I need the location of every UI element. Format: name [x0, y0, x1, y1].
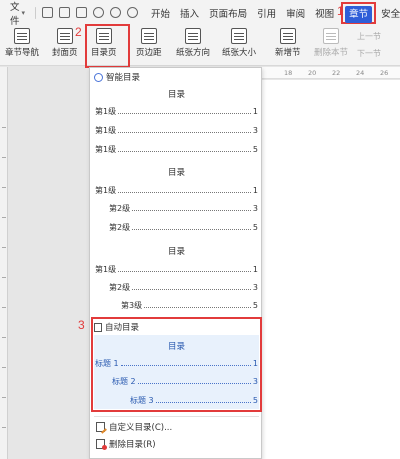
tab-view[interactable]: 视图	[310, 6, 335, 20]
toc-row: 标题 23	[112, 377, 258, 386]
tab-page-layout[interactable]: 页面布局	[204, 6, 252, 20]
smart-toc-icon	[94, 72, 103, 82]
smart-toc-header: 智能目录	[94, 71, 140, 83]
paper-size-button[interactable]: 纸张大小	[222, 28, 256, 58]
toc-row: 第3级 5	[121, 301, 258, 310]
tab-security[interactable]: 安全	[376, 6, 400, 20]
toc-row: 第2级 3	[109, 283, 258, 292]
new-section-label: 新增节	[275, 48, 301, 58]
margins-label: 页边距	[136, 48, 162, 58]
toc-row: 第2级 3	[109, 204, 258, 213]
chapter-nav-button[interactable]: 章节导航	[5, 28, 39, 58]
prev-section-button[interactable]: 上一节	[357, 31, 381, 42]
cover-page-label: 封面页	[52, 48, 78, 58]
paper-size-icon	[231, 28, 247, 44]
ruler-tick-label: 18	[284, 69, 293, 77]
print-icon[interactable]	[76, 7, 88, 18]
auto-toc-label: 自动目录	[105, 323, 140, 333]
toc-dropdown: 智能目录 目录 第1级 1 第1级 3 第1级 5 目录 第1级 1 第2级 3 第2级 5…	[89, 67, 262, 459]
delete-section-icon	[323, 28, 339, 44]
undo-icon[interactable]	[110, 7, 122, 18]
annotation-3: 3	[78, 318, 85, 332]
toc-row: 第2级 5	[109, 223, 258, 232]
delete-document-icon	[96, 439, 107, 450]
ruler-tick-label: 26	[380, 69, 389, 77]
horizontal-ruler: 18 20 22 24 26	[262, 67, 400, 79]
edit-document-icon	[96, 422, 105, 432]
toc-row: 第1级 1	[95, 107, 258, 116]
toc-row: 第1级 3	[95, 126, 258, 135]
toc-page-highlight	[85, 24, 130, 68]
annotation-1: 1	[337, 4, 344, 18]
new-section-icon	[279, 28, 296, 44]
file-menu[interactable]: 文件	[10, 0, 20, 27]
chapter-tab-highlight: 章节	[341, 2, 377, 24]
tab-insert[interactable]: 插入	[175, 6, 204, 20]
save-icon[interactable]	[42, 7, 54, 18]
toc-title: 目录	[167, 168, 185, 178]
toc-title: 目录	[167, 90, 185, 100]
toc-row: 第1级 5	[95, 145, 258, 154]
margins-button[interactable]: 页边距	[136, 28, 162, 58]
annotation-2: 2	[75, 25, 82, 39]
ruler-tick-label: 20	[308, 69, 317, 77]
cover-page-button[interactable]: 封面页	[52, 28, 78, 58]
chapter-nav-label: 章节导航	[5, 48, 40, 58]
toc-row: 标题 11	[95, 359, 258, 368]
ribbon: 章节导航 封面页 目录页 页边距 纸张方向 纸张大小 新增节 删除本节 上一节 …	[0, 26, 400, 66]
ruler-tick-label: 24	[356, 69, 365, 77]
redo-icon[interactable]	[127, 7, 139, 18]
preview-icon[interactable]	[93, 7, 105, 18]
vertical-ruler	[0, 67, 8, 459]
margins-icon	[140, 28, 157, 44]
toc-row: 标题 35	[130, 396, 258, 405]
tab-home[interactable]: 开始	[146, 6, 175, 20]
orientation-button[interactable]: 纸张方向	[176, 28, 210, 58]
toc-row: 第1级 1	[95, 265, 258, 274]
tab-references[interactable]: 引用	[252, 6, 281, 20]
delete-toc-label: 删除目录(R)	[109, 440, 156, 450]
auto-toc-title: 目录	[167, 342, 185, 352]
cover-page-icon	[56, 28, 73, 44]
custom-toc-menu-item[interactable]: 自定义目录(C)...	[96, 421, 172, 433]
orientation-label: 纸张方向	[176, 48, 211, 58]
ribbon-tabs: 开始 插入 页面布局 引用 审阅 视图 章节 安全	[146, 0, 400, 26]
toc-row: 第1级 1	[95, 186, 258, 195]
menu-divider	[94, 416, 259, 417]
delete-section-label: 删除本节	[314, 48, 349, 58]
chapter-nav-icon	[14, 28, 30, 44]
paper-size-label: 纸张大小	[222, 48, 257, 58]
export-icon[interactable]	[59, 7, 71, 18]
orientation-icon	[185, 28, 201, 44]
toc-title: 目录	[167, 247, 185, 257]
smart-toc-label: 智能目录	[106, 73, 141, 83]
document-icon	[94, 322, 102, 332]
delete-section-button[interactable]: 删除本节	[314, 28, 348, 58]
tab-review[interactable]: 审阅	[281, 6, 310, 20]
toolbar-divider	[35, 7, 37, 19]
auto-toc-header: 自动目录	[94, 321, 139, 333]
custom-toc-label: 自定义目录(C)...	[109, 423, 173, 433]
ruler-tick-label: 22	[332, 69, 341, 77]
next-section-button[interactable]: 下一节	[357, 48, 381, 59]
document-page[interactable]	[262, 80, 400, 459]
quick-access-toolbar	[35, 7, 139, 19]
delete-toc-menu-item[interactable]: 删除目录(R)	[96, 438, 156, 450]
new-section-button[interactable]: 新增节	[275, 28, 301, 58]
chevron-down-icon: ▾	[21, 9, 26, 17]
tab-chapter[interactable]: 章节	[345, 6, 373, 23]
